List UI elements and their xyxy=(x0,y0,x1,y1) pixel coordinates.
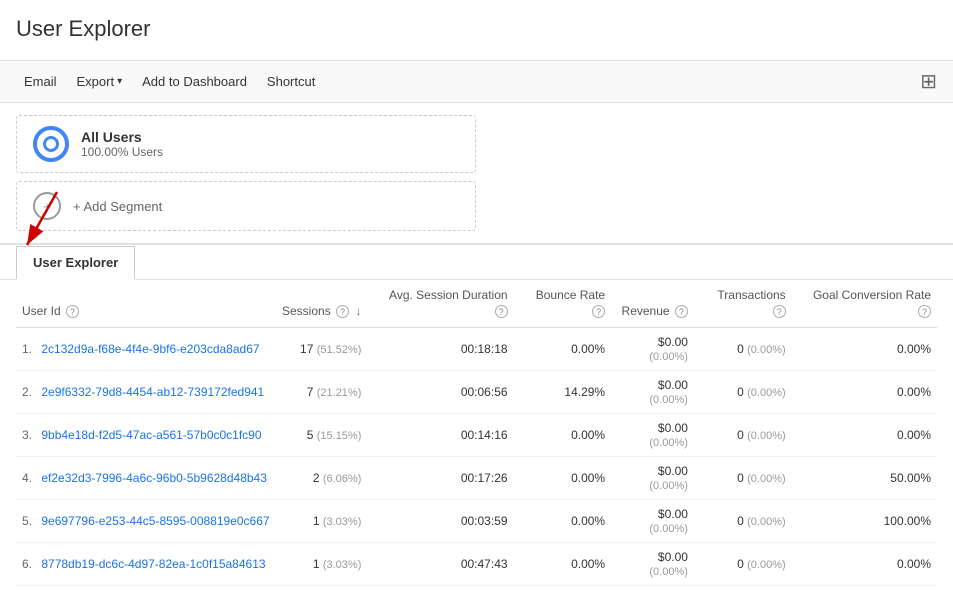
cell-sessions: 17 (51.52%) xyxy=(276,328,367,371)
sessions-sort-icon: ↓ xyxy=(355,304,361,318)
goal-conversion-help-icon[interactable]: ? xyxy=(918,305,931,318)
col-header-transactions: Transactions ? xyxy=(694,280,792,328)
transactions-help-icon[interactable]: ? xyxy=(773,305,786,318)
row-number: 1. xyxy=(22,342,32,356)
col-header-goal-conversion: Goal Conversion Rate ? xyxy=(792,280,937,328)
cell-user-id: 2. 2e9f6332-79d8-4454-ab12-739172fed941 xyxy=(16,371,276,414)
cell-bounce-rate: 0.00% xyxy=(514,543,612,586)
user-id-link[interactable]: 9e697796-e253-44c5-8595-008819e0c667 xyxy=(41,514,269,528)
red-arrow-indicator xyxy=(7,187,67,257)
cell-transactions: 0 (0.00%) xyxy=(694,328,792,371)
row-number: 2. xyxy=(22,385,32,399)
col-header-revenue: Revenue ? xyxy=(611,280,694,328)
col-header-sessions: Sessions ? ↓ xyxy=(276,280,367,328)
cell-revenue: $0.00 (0.00%) xyxy=(611,371,694,414)
segment-sub: 100.00% Users xyxy=(81,145,163,159)
cell-revenue: $0.00 (0.00%) xyxy=(611,328,694,371)
cell-user-id: 4. ef2e32d3-7996-4a6c-96b0-5b9628d48b43 xyxy=(16,457,276,500)
grid-view-icon[interactable]: ⊞ xyxy=(920,69,937,94)
export-button[interactable]: Export ▾ xyxy=(69,70,131,93)
cell-avg-session: 00:17:26 xyxy=(367,457,513,500)
table-row: 1. 2c132d9a-f68e-4f4e-9bf6-e203cda8ad67 … xyxy=(16,328,937,371)
cell-avg-session: 00:14:16 xyxy=(367,414,513,457)
cell-avg-session: 00:03:59 xyxy=(367,500,513,543)
bounce-rate-help-icon[interactable]: ? xyxy=(592,305,605,318)
row-number: 5. xyxy=(22,514,32,528)
add-segment-box[interactable]: + + Add Segment xyxy=(16,181,476,231)
cell-revenue: $0.00 (0.00%) xyxy=(611,414,694,457)
cell-revenue: $0.00 (0.00%) xyxy=(611,500,694,543)
cell-goal-conversion: 0.00% xyxy=(792,414,937,457)
table-row: 5. 9e697796-e253-44c5-8595-008819e0c667 … xyxy=(16,500,937,543)
cell-sessions: 1 (3.03%) xyxy=(276,543,367,586)
cell-sessions: 7 (21.21%) xyxy=(276,371,367,414)
user-id-link[interactable]: 2e9f6332-79d8-4454-ab12-739172fed941 xyxy=(41,385,264,399)
col-header-avg-session: Avg. Session Duration ? xyxy=(367,280,513,328)
cell-revenue: $0.00 (0.00%) xyxy=(611,457,694,500)
cell-user-id: 3. 9bb4e18d-f2d5-47ac-a561-57b0c0c1fc90 xyxy=(16,414,276,457)
cell-user-id: 5. 9e697796-e253-44c5-8595-008819e0c667 xyxy=(16,500,276,543)
cell-transactions: 0 (0.00%) xyxy=(694,543,792,586)
segments-area: All Users 100.00% Users + + Add Segment xyxy=(0,103,953,245)
user-id-link[interactable]: ef2e32d3-7996-4a6c-96b0-5b9628d48b43 xyxy=(41,471,267,485)
cell-user-id: 1. 2c132d9a-f68e-4f4e-9bf6-e203cda8ad67 xyxy=(16,328,276,371)
all-users-segment: All Users 100.00% Users xyxy=(16,115,476,173)
tab-label: User Explorer xyxy=(33,255,118,270)
email-button[interactable]: Email xyxy=(16,70,65,93)
cell-bounce-rate: 0.00% xyxy=(514,457,612,500)
cell-sessions: 1 (3.03%) xyxy=(276,500,367,543)
table-row: 2. 2e9f6332-79d8-4454-ab12-739172fed941 … xyxy=(16,371,937,414)
table-row: 3. 9bb4e18d-f2d5-47ac-a561-57b0c0c1fc90 … xyxy=(16,414,937,457)
cell-bounce-rate: 0.00% xyxy=(514,500,612,543)
segment-info: All Users 100.00% Users xyxy=(81,129,163,159)
add-segment-label: + Add Segment xyxy=(73,199,162,214)
cell-goal-conversion: 100.00% xyxy=(792,500,937,543)
add-to-dashboard-button[interactable]: Add to Dashboard xyxy=(134,70,255,93)
cell-avg-session: 00:47:43 xyxy=(367,543,513,586)
page-title: User Explorer xyxy=(16,16,937,42)
tabs-area: User Explorer xyxy=(0,245,953,280)
shortcut-button[interactable]: Shortcut xyxy=(259,70,323,93)
cell-sessions: 2 (6.06%) xyxy=(276,457,367,500)
table-row: 6. 8778db19-dc6c-4d97-82ea-1c0f15a84613 … xyxy=(16,543,937,586)
cell-revenue: $0.00 (0.00%) xyxy=(611,543,694,586)
cell-avg-session: 00:06:56 xyxy=(367,371,513,414)
cell-avg-session: 00:18:18 xyxy=(367,328,513,371)
tab-user-explorer[interactable]: User Explorer xyxy=(16,246,135,280)
cell-goal-conversion: 0.00% xyxy=(792,328,937,371)
cell-goal-conversion: 0.00% xyxy=(792,371,937,414)
cell-bounce-rate: 0.00% xyxy=(514,328,612,371)
cell-goal-conversion: 0.00% xyxy=(792,543,937,586)
toolbar: Email Export ▾ Add to Dashboard Shortcut… xyxy=(0,60,953,103)
cell-transactions: 0 (0.00%) xyxy=(694,414,792,457)
segment-circle-icon xyxy=(33,126,69,162)
cell-sessions: 5 (15.15%) xyxy=(276,414,367,457)
user-id-link[interactable]: 8778db19-dc6c-4d97-82ea-1c0f15a84613 xyxy=(41,557,265,571)
row-number: 3. xyxy=(22,428,32,442)
user-id-link[interactable]: 9bb4e18d-f2d5-47ac-a561-57b0c0c1fc90 xyxy=(41,428,261,442)
user-id-link[interactable]: 2c132d9a-f68e-4f4e-9bf6-e203cda8ad67 xyxy=(41,342,259,356)
export-dropdown-arrow: ▾ xyxy=(117,76,122,87)
cell-transactions: 0 (0.00%) xyxy=(694,371,792,414)
sessions-help-icon[interactable]: ? xyxy=(336,305,349,318)
user-id-help-icon[interactable]: ? xyxy=(66,305,79,318)
cell-user-id: 6. 8778db19-dc6c-4d97-82ea-1c0f15a84613 xyxy=(16,543,276,586)
table-container: User Id ? Sessions ? ↓ Avg. Session Dura… xyxy=(0,280,953,602)
segment-name: All Users xyxy=(81,129,163,145)
user-explorer-table: User Id ? Sessions ? ↓ Avg. Session Dura… xyxy=(16,280,937,586)
cell-goal-conversion: 50.00% xyxy=(792,457,937,500)
cell-transactions: 0 (0.00%) xyxy=(694,457,792,500)
cell-transactions: 0 (0.00%) xyxy=(694,500,792,543)
avg-session-help-icon[interactable]: ? xyxy=(495,305,508,318)
row-number: 4. xyxy=(22,471,32,485)
revenue-help-icon[interactable]: ? xyxy=(675,305,688,318)
row-number: 6. xyxy=(22,557,32,571)
cell-bounce-rate: 14.29% xyxy=(514,371,612,414)
col-header-bounce-rate: Bounce Rate ? xyxy=(514,280,612,328)
cell-bounce-rate: 0.00% xyxy=(514,414,612,457)
table-row: 4. ef2e32d3-7996-4a6c-96b0-5b9628d48b43 … xyxy=(16,457,937,500)
col-header-user-id: User Id ? xyxy=(16,280,276,328)
page-header: User Explorer xyxy=(0,0,953,60)
